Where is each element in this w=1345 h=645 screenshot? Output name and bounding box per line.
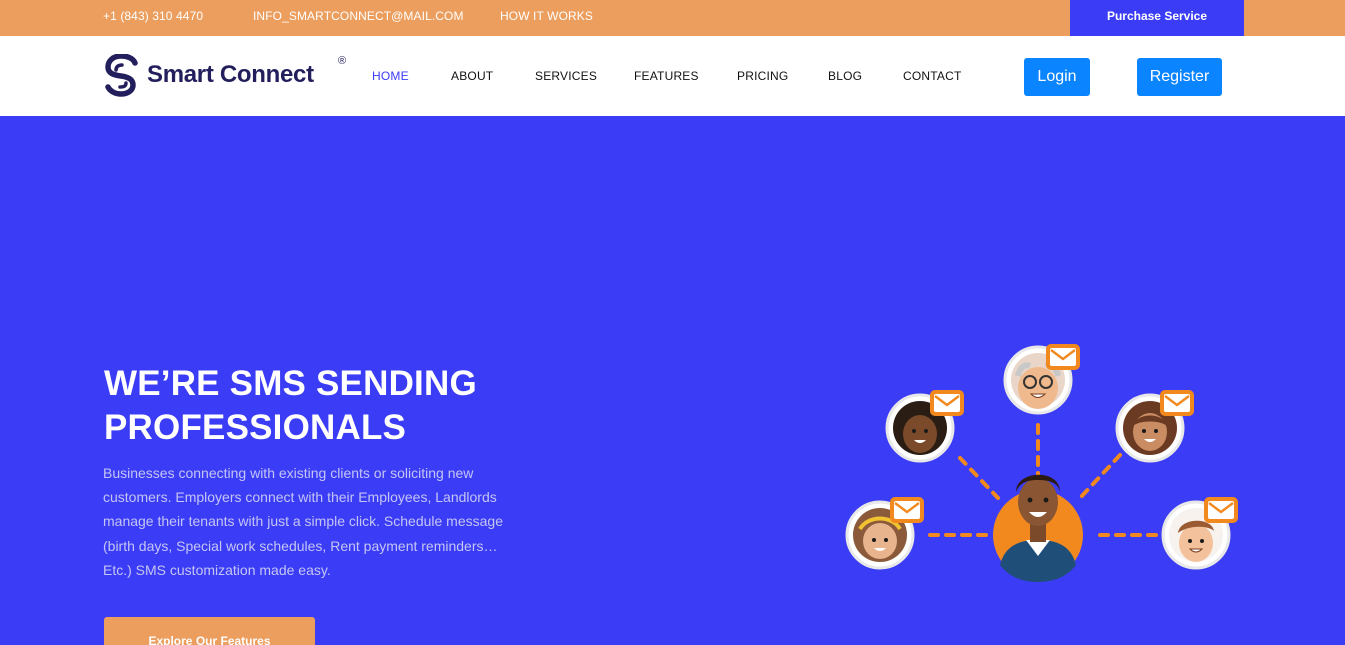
person-avatar-right	[1161, 495, 1240, 570]
nav-pricing[interactable]: PRICING	[737, 69, 788, 83]
hero-title-line-1: WE’RE SMS SENDING	[104, 364, 477, 403]
login-button[interactable]: Login	[1024, 58, 1090, 96]
how-it-works-link[interactable]: HOW IT WORKS	[500, 9, 593, 23]
person-avatar-top	[1003, 342, 1082, 415]
explore-features-button[interactable]: Explore Our Features	[104, 617, 315, 645]
main-navbar: Smart Connect ® HOME ABOUT SERVICES FEAT…	[0, 36, 1345, 116]
phone-link[interactable]: +1 (843) 310 4470	[103, 9, 203, 23]
hero-title-line-2: PROFESSIONALS	[104, 408, 407, 447]
top-bar: +1 (843) 310 4470 INFO_SMARTCONNECT@MAIL…	[0, 0, 1345, 36]
nav-about[interactable]: ABOUT	[451, 69, 493, 83]
email-link[interactable]: INFO_SMARTCONNECT@MAIL.COM	[253, 9, 464, 23]
nav-services[interactable]: SERVICES	[535, 69, 597, 83]
person-avatar-upper-right	[1115, 388, 1196, 463]
purchase-service-button[interactable]: Purchase Service	[1070, 0, 1244, 36]
hero-title: WE’RE SMS SENDING PROFESSIONALS	[104, 362, 554, 450]
center-person-avatar	[993, 474, 1083, 582]
nav-contact[interactable]: CONTACT	[903, 69, 962, 83]
register-button[interactable]: Register	[1137, 58, 1222, 96]
network-of-people-with-messages-icon	[845, 342, 1240, 582]
nav-home[interactable]: HOME	[372, 69, 409, 83]
person-avatar-upper-left	[885, 388, 966, 463]
person-avatar-left	[845, 495, 926, 570]
registered-mark: ®	[338, 55, 347, 67]
smart-connect-logo-icon	[105, 54, 138, 97]
nav-blog[interactable]: BLOG	[828, 69, 862, 83]
nav-features[interactable]: FEATURES	[634, 69, 699, 83]
hero-description: Businesses connecting with existing clie…	[103, 465, 503, 578]
brand-name: Smart Connect	[147, 61, 314, 88]
brand-logo[interactable]: Smart Connect ®	[105, 54, 355, 98]
